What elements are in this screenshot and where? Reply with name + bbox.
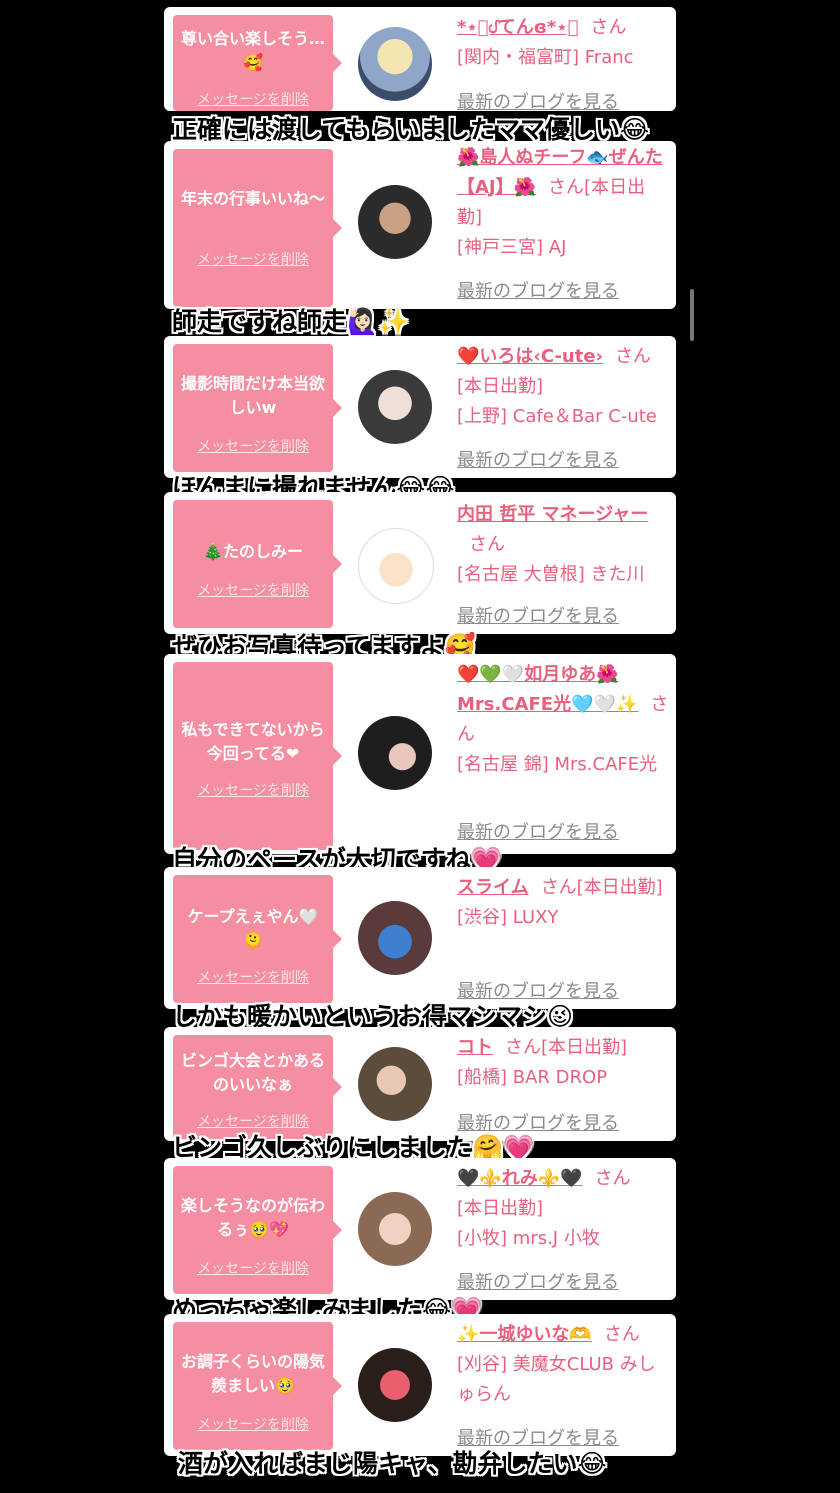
user-info: ❤️💚🤍如月ゆあ🌺Mrs.CAFE光🩵🤍✨ さん [名古屋 錦] Mrs.CAFE… xyxy=(457,660,669,780)
message-card: 🎄たのしみー メッセージを削除 内田 哲平 マネージャーさん [名古屋 大曽根]… xyxy=(164,492,676,634)
message-bubble: ビンゴ大会とかあるのいいなぁ メッセージを削除 xyxy=(173,1035,342,1139)
avatar[interactable] xyxy=(358,1047,432,1121)
user-info: スライム さん[本日出勤] [渋谷] LUXY xyxy=(457,873,669,933)
user-info: ❤️いろは‹C-ute› さん [本日出勤] [上野] Cafe＆Bar C-ut… xyxy=(457,342,669,432)
delete-message-button[interactable]: メッセージを削除 xyxy=(173,1258,333,1278)
status-badge: [本日出勤] xyxy=(457,376,544,397)
shop-info: [関内・福富町] Franc xyxy=(457,47,634,68)
delete-message-button[interactable]: メッセージを削除 xyxy=(173,249,333,269)
message-text: 楽しそうなのが伝わるぅ🥹💖 xyxy=(180,1196,325,1239)
delete-message-button[interactable]: メッセージを削除 xyxy=(173,436,333,456)
delete-message-button[interactable]: メッセージを削除 xyxy=(173,580,333,600)
message-text: ケープえぇやん🤍🫠 xyxy=(187,907,319,950)
message-bubble: ケープえぇやん🤍🫠 メッセージを削除 xyxy=(173,875,342,1003)
user-name-link[interactable]: *⋆͛ᦔてんɞ*⋆͛ xyxy=(457,17,578,38)
message-text: 年末の行事いいね〜 xyxy=(180,189,325,208)
latest-blog-link[interactable]: 最新のブログを見る xyxy=(457,602,619,628)
message-bubble: 尊い合い楽しそう…🥰 メッセージを削除 xyxy=(173,15,342,111)
honorific: さん xyxy=(594,1168,631,1189)
shop-info: [名古屋 大曽根] きた川 xyxy=(457,564,645,585)
avatar[interactable] xyxy=(358,370,432,444)
message-list: 尊い合い楽しそう…🥰 メッセージを削除 *⋆͛ᦔてんɞ*⋆͛ さん [関内・福富町… xyxy=(0,0,840,1493)
message-card: ケープえぇやん🤍🫠 メッセージを削除 スライム さん[本日出勤] [渋谷] LUX… xyxy=(164,867,676,1009)
caption: 師走ですね師走🙋🏻‍♀️✨ xyxy=(172,307,410,336)
shop-info: [上野] Cafe＆Bar C-ute xyxy=(457,406,657,427)
user-name-link[interactable]: ❤️いろは‹C-ute› xyxy=(457,346,603,367)
message-bubble: 年末の行事いいね〜 メッセージを削除 xyxy=(173,149,342,307)
avatar[interactable] xyxy=(358,901,432,975)
message-card: 尊い合い楽しそう…🥰 メッセージを削除 *⋆͛ᦔてんɞ*⋆͛ さん [関内・福富町… xyxy=(164,7,676,113)
user-name-link[interactable]: 🖤⚜️れみ⚜️🖤 xyxy=(457,1168,583,1189)
scrollbar[interactable] xyxy=(690,289,694,341)
delete-message-button[interactable]: メッセージを削除 xyxy=(173,967,333,987)
user-info: 🌺島人ぬチーフ🐟ぜんた【AJ】🌺 さん[本日出勤] [神戸三宮] AJ xyxy=(457,143,669,263)
avatar[interactable] xyxy=(358,27,432,101)
latest-blog-link[interactable]: 最新のブログを見る xyxy=(457,277,619,303)
shop-info: [神戸三宮] AJ xyxy=(457,237,567,258)
user-info: ✨一城ゆいな🫶 さん [刈谷] 美魔女CLUB みしゅらん xyxy=(457,1320,669,1410)
user-info: 内田 哲平 マネージャーさん [名古屋 大曽根] きた川 xyxy=(457,500,669,590)
shop-info: [渋谷] LUXY xyxy=(457,907,559,928)
shop-info: [名古屋 錦] Mrs.CAFE光 xyxy=(457,754,658,775)
caption: 酒が入ればまじ陽キャ、勘弁したい😂 xyxy=(178,1449,607,1478)
avatar[interactable] xyxy=(358,528,434,604)
avatar[interactable] xyxy=(358,1192,432,1266)
user-name-link[interactable]: スライム xyxy=(457,877,529,898)
honorific: さん xyxy=(590,17,627,38)
user-name-link[interactable]: ❤️💚🤍如月ゆあ🌺Mrs.CAFE光🩵🤍✨ xyxy=(457,664,638,715)
message-card: 私もできてないから今回ってる❤︎ メッセージを削除 ❤️💚🤍如月ゆあ🌺Mrs.C… xyxy=(164,654,676,854)
status-badge: [本日出勤] xyxy=(457,1198,544,1219)
message-card: 年末の行事いいね〜 メッセージを削除 🌺島人ぬチーフ🐟ぜんた【AJ】🌺 さん[本日… xyxy=(164,141,676,309)
delete-message-button[interactable]: メッセージを削除 xyxy=(173,780,333,800)
message-bubble: 🎄たのしみー メッセージを削除 xyxy=(173,500,342,628)
message-card: 楽しそうなのが伝わるぅ🥹💖 メッセージを削除 🖤⚜️れみ⚜️🖤 さん [本日出勤]… xyxy=(164,1158,676,1300)
message-text: ビンゴ大会とかあるのいいなぁ xyxy=(180,1051,325,1094)
honorific: さん xyxy=(548,177,585,198)
status-badge: [本日出勤] xyxy=(541,1037,628,1058)
honorific: さん xyxy=(540,877,577,898)
honorific: さん xyxy=(614,346,651,367)
user-name-link[interactable]: 内田 哲平 マネージャー xyxy=(457,504,648,525)
message-text: 尊い合い楽しそう…🥰 xyxy=(180,29,325,72)
shop-info: [刈谷] 美魔女CLUB みしゅらん xyxy=(457,1354,656,1405)
user-name-link[interactable]: コト xyxy=(457,1037,493,1058)
user-info: 🖤⚜️れみ⚜️🖤 さん [本日出勤] [小牧] mrs.J 小牧 xyxy=(457,1164,669,1254)
avatar[interactable] xyxy=(358,1348,432,1422)
message-bubble: お調子くらいの陽気羨ましい🥹 メッセージを削除 xyxy=(173,1322,342,1450)
shop-info: [小牧] mrs.J 小牧 xyxy=(457,1228,600,1249)
latest-blog-link[interactable]: 最新のブログを見る xyxy=(457,446,619,472)
message-text: お調子くらいの陽気羨ましい🥹 xyxy=(180,1352,325,1395)
delete-message-button[interactable]: メッセージを削除 xyxy=(173,1414,333,1434)
honorific: さん xyxy=(469,534,505,555)
honorific: さん xyxy=(603,1324,640,1345)
user-name-link[interactable]: ✨一城ゆいな🫶 xyxy=(457,1324,592,1345)
message-card: お調子くらいの陽気羨ましい🥹 メッセージを削除 ✨一城ゆいな🫶 さん [刈谷] 美… xyxy=(164,1314,676,1456)
message-bubble: 撮影時間だけ本当欲しいw メッセージを削除 xyxy=(173,344,342,472)
message-card: ビンゴ大会とかあるのいいなぁ メッセージを削除 コト さん[本日出勤] [船橋] … xyxy=(164,1027,676,1141)
honorific: さん xyxy=(505,1037,541,1058)
user-info: コト さん[本日出勤] [船橋] BAR DROP xyxy=(457,1033,669,1093)
status-badge: [本日出勤] xyxy=(576,877,663,898)
message-text: 撮影時間だけ本当欲しいw xyxy=(180,374,325,417)
user-info: *⋆͛ᦔてんɞ*⋆͛ さん [関内・福富町] Franc xyxy=(457,13,669,73)
shop-info: [船橋] BAR DROP xyxy=(457,1067,608,1088)
message-text: 🎄たのしみー xyxy=(203,542,303,561)
message-bubble: 私もできてないから今回ってる❤︎ メッセージを削除 xyxy=(173,662,342,850)
message-card: 撮影時間だけ本当欲しいw メッセージを削除 ❤️いろは‹C-ute› さん [本日… xyxy=(164,336,676,478)
delete-message-button[interactable]: メッセージを削除 xyxy=(173,89,333,109)
avatar[interactable] xyxy=(358,185,432,259)
avatar[interactable] xyxy=(358,716,432,790)
message-text: 私もできてないから今回ってる❤︎ xyxy=(181,720,325,763)
message-bubble: 楽しそうなのが伝わるぅ🥹💖 メッセージを削除 xyxy=(173,1166,342,1294)
